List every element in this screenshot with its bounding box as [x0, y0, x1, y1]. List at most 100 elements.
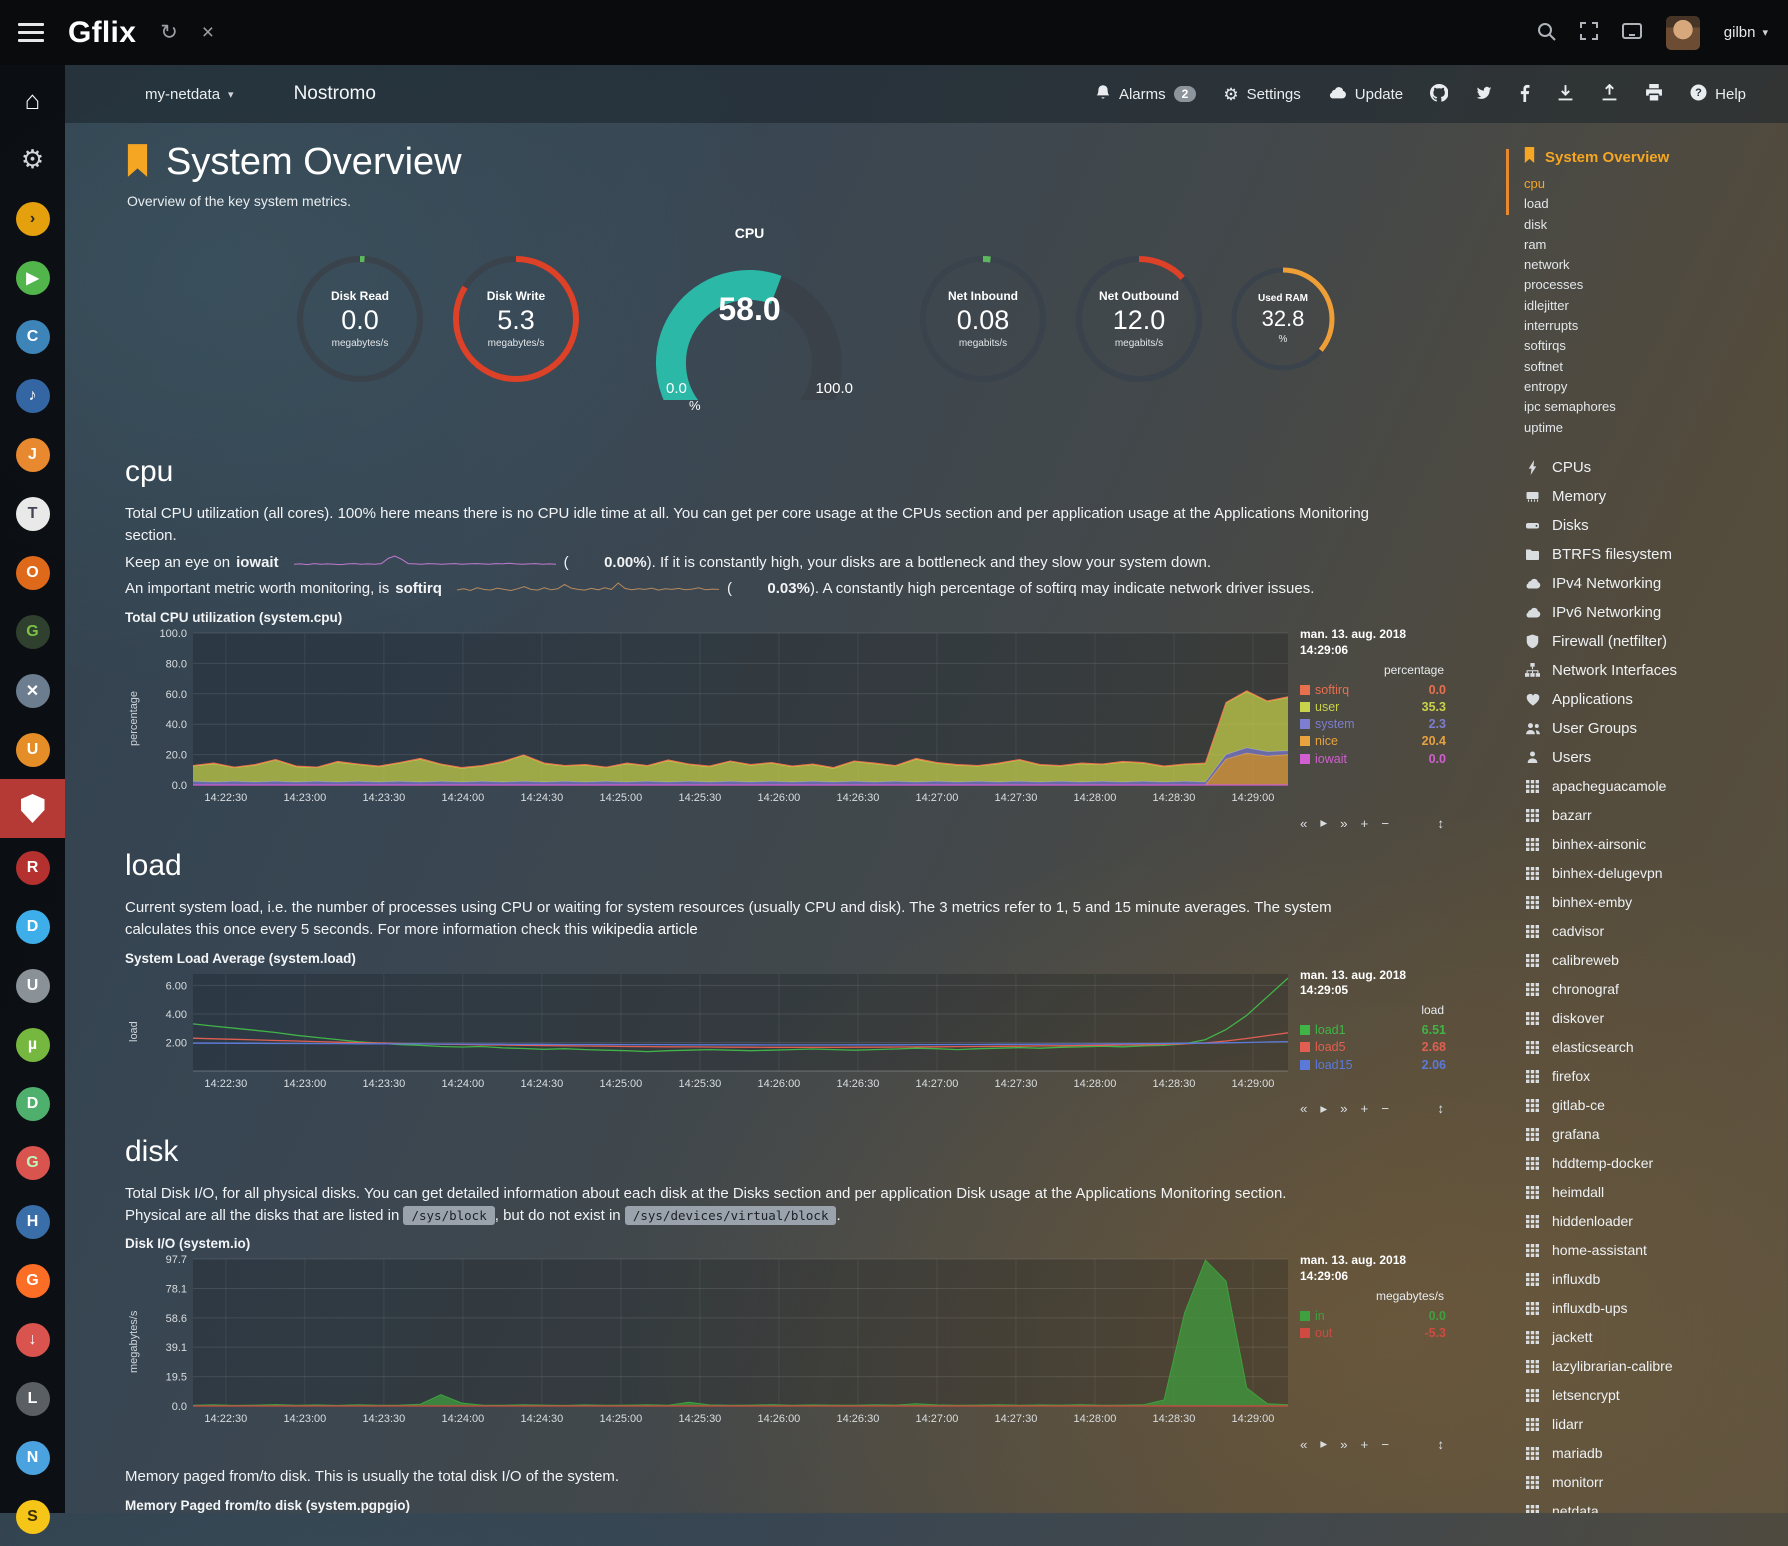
legend-item-system[interactable]: system2.3 [1300, 716, 1446, 732]
pan-backward-icon[interactable]: « [1300, 1437, 1307, 1452]
settings-button[interactable]: ⚙ Settings [1223, 86, 1300, 103]
alarms-button[interactable]: Alarms 2 [1095, 84, 1196, 105]
menu-app-hiddenloader[interactable]: hiddenloader [1523, 1207, 1788, 1236]
chart-disk[interactable]: Disk I/O (system.io) megabytes/s 97.778.… [125, 1236, 1506, 1430]
menu-app-binhex-delugevpn[interactable]: binhex-delugevpn [1523, 859, 1788, 888]
chart-cpu-plot[interactable]: 100.080.060.040.020.00.014:22:3014:23:00… [143, 627, 1292, 809]
menu-app-cadvisor[interactable]: cadvisor [1523, 917, 1788, 946]
menu-section-memory[interactable]: Memory [1523, 482, 1788, 511]
help-button[interactable]: ? Help [1690, 84, 1746, 105]
zoom-in-icon[interactable]: + [1361, 816, 1369, 831]
menu-app-apacheguacamole[interactable]: apacheguacamole [1523, 772, 1788, 801]
menu-subitem-ram[interactable]: ram [1524, 235, 1788, 255]
menu-section-disks[interactable]: Disks [1523, 511, 1788, 540]
hamburger-menu-icon[interactable] [18, 23, 44, 42]
user-menu[interactable]: gilbn ▾ [1724, 24, 1768, 41]
sidebar-app-heimdall[interactable]: H [0, 1192, 65, 1251]
menu-section-cpus[interactable]: CPUs [1523, 453, 1788, 482]
update-button[interactable]: Update [1328, 85, 1403, 103]
menu-app-monitorr[interactable]: monitorr [1523, 1468, 1788, 1497]
menu-app-netdata[interactable]: netdata [1523, 1497, 1788, 1513]
menu-section-system-overview[interactable]: System Overview [1523, 147, 1788, 167]
sidebar-app-settings[interactable]: ⚙ [0, 130, 65, 189]
menu-app-firefox[interactable]: firefox [1523, 1062, 1788, 1091]
menu-app-binhex-airsonic[interactable]: binhex-airsonic [1523, 830, 1788, 859]
menu-subitem-network[interactable]: network [1524, 255, 1788, 275]
menu-subitem-processes[interactable]: processes [1524, 275, 1788, 295]
menu-app-letsencrypt[interactable]: letsencrypt [1523, 1381, 1788, 1410]
pan-backward-icon[interactable]: « [1300, 1101, 1307, 1116]
devices-icon[interactable] [1622, 23, 1642, 42]
sidebar-app-netdata[interactable] [0, 779, 65, 838]
menu-subitem-softirqs[interactable]: softirqs [1524, 336, 1788, 356]
download-icon[interactable] [1557, 84, 1574, 104]
sidebar-app-nextcloud[interactable]: N [0, 1428, 65, 1487]
gauge-used-ram[interactable]: Used RAM32.8% [1229, 265, 1337, 373]
legend-item-out[interactable]: out-5.3 [1300, 1325, 1446, 1341]
chart-disk-plot[interactable]: 97.778.158.639.119.50.014:22:3014:23:001… [143, 1253, 1292, 1430]
zoom-in-icon[interactable]: + [1361, 1101, 1369, 1116]
legend-item-in[interactable]: in0.0 [1300, 1308, 1446, 1324]
gauge-net-outbound[interactable]: Net Outbound12.0megabits/s [1073, 253, 1205, 385]
menu-subitem-disk[interactable]: disk [1524, 215, 1788, 235]
pan-forward-icon[interactable]: » [1340, 816, 1347, 831]
sidebar-app-lazylibrarian[interactable]: L [0, 1369, 65, 1428]
chart-cpu[interactable]: Total CPU utilization (system.cpu) perce… [125, 610, 1506, 809]
sidebar-app-ombi[interactable]: O [0, 543, 65, 602]
legend-item-softirq[interactable]: softirq0.0 [1300, 682, 1446, 698]
legend-item-user[interactable]: user35.3 [1300, 699, 1446, 715]
legend-item-load5[interactable]: load52.68 [1300, 1039, 1446, 1055]
search-icon[interactable] [1537, 22, 1556, 44]
gauge-disk-read[interactable]: Disk Read0.0megabytes/s [294, 253, 426, 385]
legend-item-load15[interactable]: load152.06 [1300, 1057, 1446, 1073]
menu-subitem-idlejitter[interactable]: idlejitter [1524, 296, 1788, 316]
zoom-out-icon[interactable]: − [1381, 816, 1389, 831]
github-icon[interactable] [1430, 84, 1448, 105]
sidebar-app-ubooquity[interactable]: U [0, 720, 65, 779]
menu-app-influxdb-ups[interactable]: influxdb-ups [1523, 1294, 1788, 1323]
menu-app-lidarr[interactable]: lidarr [1523, 1410, 1788, 1439]
menu-app-influxdb[interactable]: influxdb [1523, 1265, 1788, 1294]
sidebar-app-tautulli[interactable]: T [0, 484, 65, 543]
menu-app-gitlab-ce[interactable]: gitlab-ce [1523, 1091, 1788, 1120]
menu-app-diskover[interactable]: diskover [1523, 1004, 1788, 1033]
sidebar-app-emby[interactable]: ▶ [0, 248, 65, 307]
play-icon[interactable]: ▸ [1320, 815, 1327, 831]
menu-app-binhex-emby[interactable]: binhex-emby [1523, 888, 1788, 917]
play-icon[interactable]: ▸ [1320, 1101, 1327, 1117]
gauge-disk-write[interactable]: Disk Write5.3megabytes/s [450, 253, 582, 385]
resize-icon[interactable]: ↕ [1437, 816, 1444, 831]
twitter-icon[interactable] [1475, 85, 1493, 103]
chart-pgpgio[interactable]: Memory Paged from/to disk (system.pgpgio… [125, 1498, 1506, 1513]
sidebar-app-jackett[interactable]: J [0, 425, 65, 484]
play-icon[interactable]: ▸ [1320, 1436, 1327, 1452]
sidebar-app-grafana[interactable]: G [0, 602, 65, 661]
zoom-in-icon[interactable]: + [1361, 1437, 1369, 1452]
sidebar-app-deluge[interactable]: D [0, 897, 65, 956]
fullscreen-icon[interactable] [1580, 22, 1598, 43]
menu-app-hddtemp-docker[interactable]: hddtemp-docker [1523, 1149, 1788, 1178]
user-avatar[interactable] [1666, 16, 1700, 50]
upload-icon[interactable] [1601, 84, 1618, 104]
menu-app-elasticsearch[interactable]: elasticsearch [1523, 1033, 1788, 1062]
menu-app-grafana[interactable]: grafana [1523, 1120, 1788, 1149]
menu-subitem-load[interactable]: load [1524, 194, 1788, 214]
wikipedia-link[interactable]: wikipedia article [592, 921, 698, 938]
menu-app-chronograf[interactable]: chronograf [1523, 975, 1788, 1004]
sidebar-app-unmanic[interactable]: U [0, 956, 65, 1015]
gauge-net-inbound[interactable]: Net Inbound0.08megabits/s [917, 253, 1049, 385]
menu-subitem-softnet[interactable]: softnet [1524, 357, 1788, 377]
sidebar-app-raspberry-pi[interactable]: R [0, 838, 65, 897]
menu-app-calibreweb[interactable]: calibreweb [1523, 946, 1788, 975]
menu-app-mariadb[interactable]: mariadb [1523, 1439, 1788, 1468]
menu-section-users[interactable]: Users [1523, 743, 1788, 772]
chart-load[interactable]: System Load Average (system.load) load 6… [125, 951, 1506, 1095]
sidebar-app-duplicati[interactable]: D [0, 1074, 65, 1133]
menu-app-jackett[interactable]: jackett [1523, 1323, 1788, 1352]
pan-forward-icon[interactable]: » [1340, 1437, 1347, 1452]
menu-section-btrfs-filesystem[interactable]: BTRFS filesystem [1523, 540, 1788, 569]
chart-load-plot[interactable]: 6.004.002.0014:22:3014:23:0014:23:3014:2… [143, 968, 1292, 1095]
menu-section-firewall-netfilter[interactable]: Firewall (netfilter) [1523, 627, 1788, 656]
sidebar-app-transmission[interactable]: ↓ [0, 1310, 65, 1369]
resize-icon[interactable]: ↕ [1437, 1437, 1444, 1452]
